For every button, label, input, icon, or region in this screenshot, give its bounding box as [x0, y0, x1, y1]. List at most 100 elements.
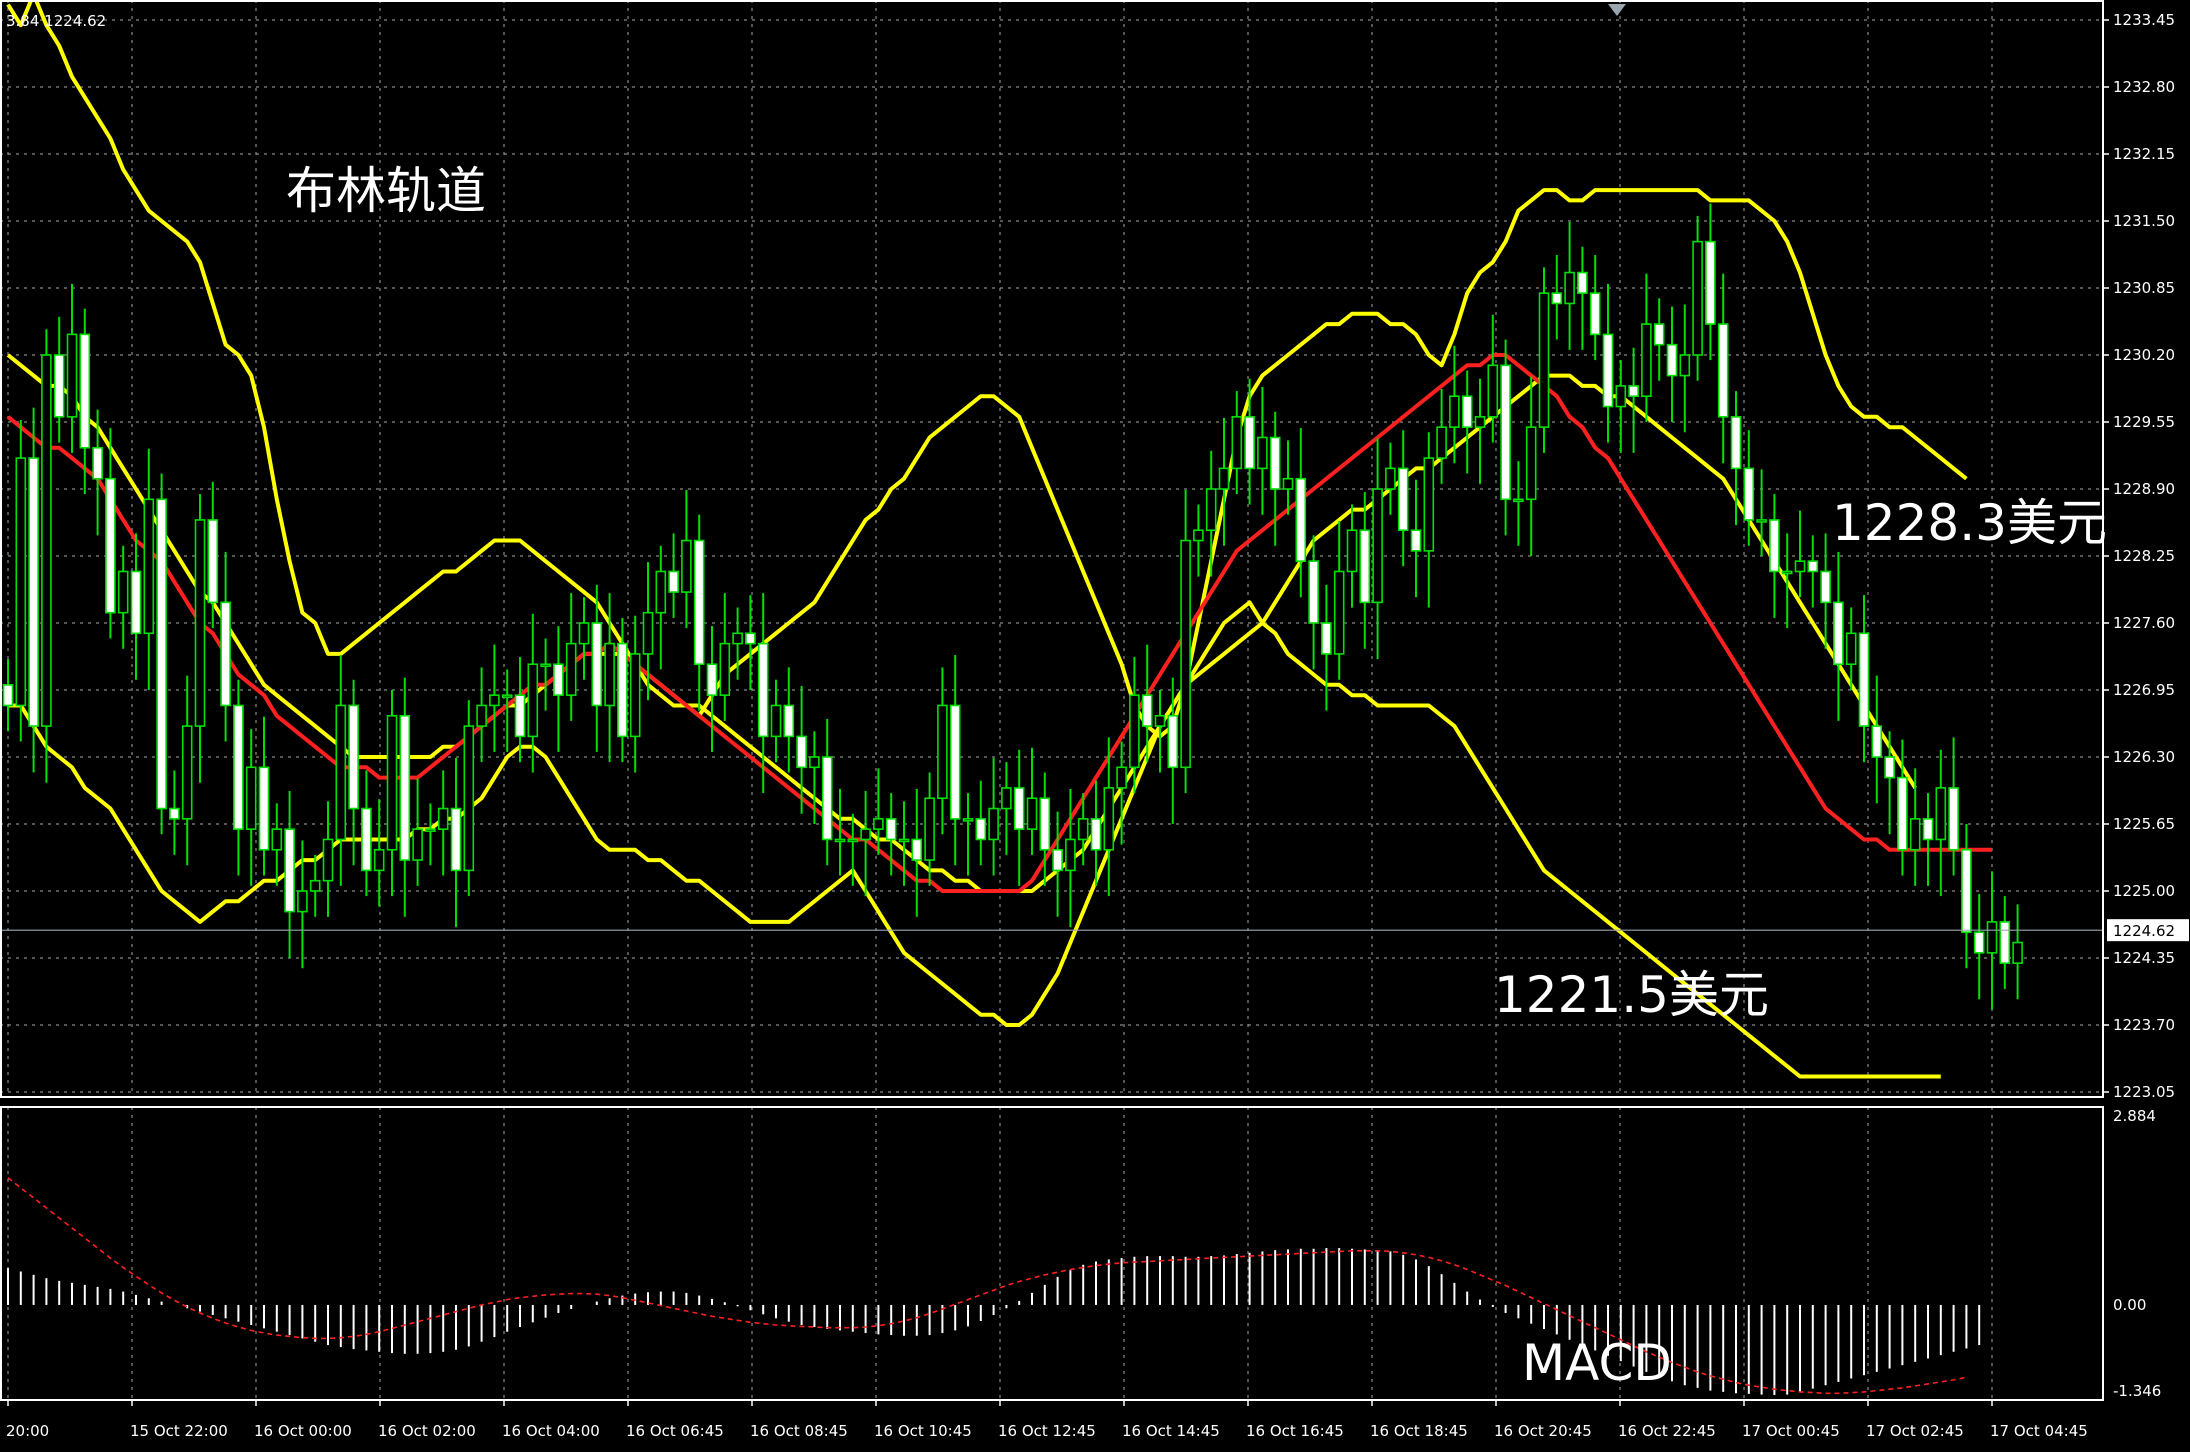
candle-body — [169, 807, 180, 820]
candle-body — [719, 642, 731, 696]
candle-body — [1231, 416, 1243, 470]
candle-body — [284, 828, 295, 913]
time-tick-label: 17 Oct 02:45 — [1866, 1422, 1964, 1440]
price-tick-label: 1232.80 — [2113, 78, 2175, 96]
candle-body — [245, 766, 257, 830]
candle-body — [271, 828, 283, 851]
candle-body — [949, 704, 961, 820]
candle-body — [1845, 632, 1857, 666]
candle-body — [117, 570, 129, 614]
candle-body — [130, 570, 142, 635]
candle-body — [92, 446, 103, 480]
candle-body — [258, 766, 270, 851]
candle-body — [975, 818, 987, 841]
time-tick-label: 20:00 — [6, 1422, 49, 1440]
candle-body — [1346, 529, 1358, 573]
candle-body — [681, 539, 692, 593]
candle-body — [181, 725, 193, 820]
candle-body — [1551, 292, 1563, 305]
candle-body — [156, 498, 167, 810]
candle-body — [361, 807, 372, 872]
candle-body — [412, 828, 423, 861]
candle-body — [770, 704, 782, 738]
candle-body — [1500, 364, 1511, 501]
candle-body — [847, 838, 859, 843]
candle-body — [143, 498, 155, 635]
time-tick-label: 16 Oct 08:45 — [750, 1422, 848, 1440]
candle-body — [745, 632, 756, 645]
time-tick-label: 16 Oct 06:45 — [626, 1422, 724, 1440]
candle-body — [1423, 457, 1435, 552]
candle-body — [1397, 467, 1409, 532]
time-tick-label: 16 Oct 14:45 — [1122, 1422, 1220, 1440]
candle-body — [1154, 714, 1166, 727]
macd-tick-label: -1.346 — [2113, 1382, 2161, 1400]
candle-body — [1372, 488, 1383, 604]
price-tick-label: 1228.90 — [2113, 480, 2175, 498]
candle-body — [425, 828, 436, 832]
candle-body — [1321, 622, 1332, 655]
candle-body — [1756, 519, 1767, 523]
price-tick-label: 1225.65 — [2113, 815, 2175, 833]
candle-body — [1730, 416, 1742, 470]
candle-body — [1986, 921, 1998, 954]
candle-body — [1973, 931, 1985, 954]
candle-body — [1794, 560, 1806, 573]
candle-body — [2012, 941, 2023, 964]
candle-body — [1666, 343, 1678, 377]
time-tick-label: 16 Oct 12:45 — [998, 1422, 1096, 1440]
candle-body — [1589, 292, 1601, 336]
price-tick-label: 1228.25 — [2113, 547, 2175, 565]
candle-body — [1897, 776, 1908, 851]
candle-body — [53, 354, 65, 418]
candle-body — [1141, 694, 1153, 727]
time-tick-label: 16 Oct 16:45 — [1246, 1422, 1344, 1440]
price-tick-label: 1225.00 — [2113, 882, 2175, 900]
annotation-macd: MACD — [1522, 1334, 1672, 1392]
candle-body — [1436, 426, 1447, 459]
candle-body — [297, 890, 308, 913]
price-tick-label: 1223.05 — [2113, 1083, 2175, 1101]
candle-body — [1769, 519, 1780, 573]
candle-body — [1692, 240, 1703, 356]
candle-body — [399, 714, 411, 861]
candle-body — [1781, 570, 1793, 575]
candle-body — [1909, 818, 1921, 851]
candle-body — [66, 333, 78, 418]
annotation-bollinger: 布林轨道 — [286, 162, 486, 220]
candle-body — [1871, 725, 1883, 758]
candle-body — [1705, 240, 1716, 325]
candle-body — [1167, 714, 1179, 769]
candle-body — [233, 704, 244, 830]
candle-body — [2, 684, 14, 707]
candle-body — [1461, 395, 1473, 428]
candle-body — [629, 653, 641, 738]
candle-body — [207, 519, 219, 604]
candle-body — [1244, 416, 1255, 470]
candle-body — [924, 797, 935, 861]
chart: 1233.45 1232.80 1232.15 1231.50 1230.85 1230.… — [0, 0, 2190, 1452]
candle-body — [373, 848, 385, 872]
candle-body — [1410, 529, 1422, 552]
candle-body — [335, 704, 347, 841]
candle-body — [1615, 385, 1627, 408]
candle-body — [1333, 570, 1345, 655]
candle-body — [642, 611, 654, 655]
candle-body — [1743, 467, 1755, 521]
candle-body — [322, 838, 334, 882]
current-price-label: 1224.62 — [2113, 922, 2175, 940]
candle-body — [1269, 436, 1281, 490]
candle-body — [79, 333, 91, 449]
candle-body — [1922, 818, 1934, 841]
candle-body — [1641, 323, 1652, 398]
candle-body — [194, 519, 206, 727]
time-tick-label: 15 Oct 22:00 — [130, 1422, 228, 1440]
annotation-upper-target: 1228.3美元 — [1832, 494, 2107, 552]
candle-body — [834, 838, 846, 843]
price-tick-label: 1229.55 — [2113, 413, 2175, 431]
price-tick-label: 1231.50 — [2113, 212, 2175, 230]
candle-body — [309, 879, 321, 892]
candle-body — [553, 663, 564, 696]
candle-body — [15, 457, 27, 707]
price-tick-label: 1227.60 — [2113, 614, 2175, 632]
